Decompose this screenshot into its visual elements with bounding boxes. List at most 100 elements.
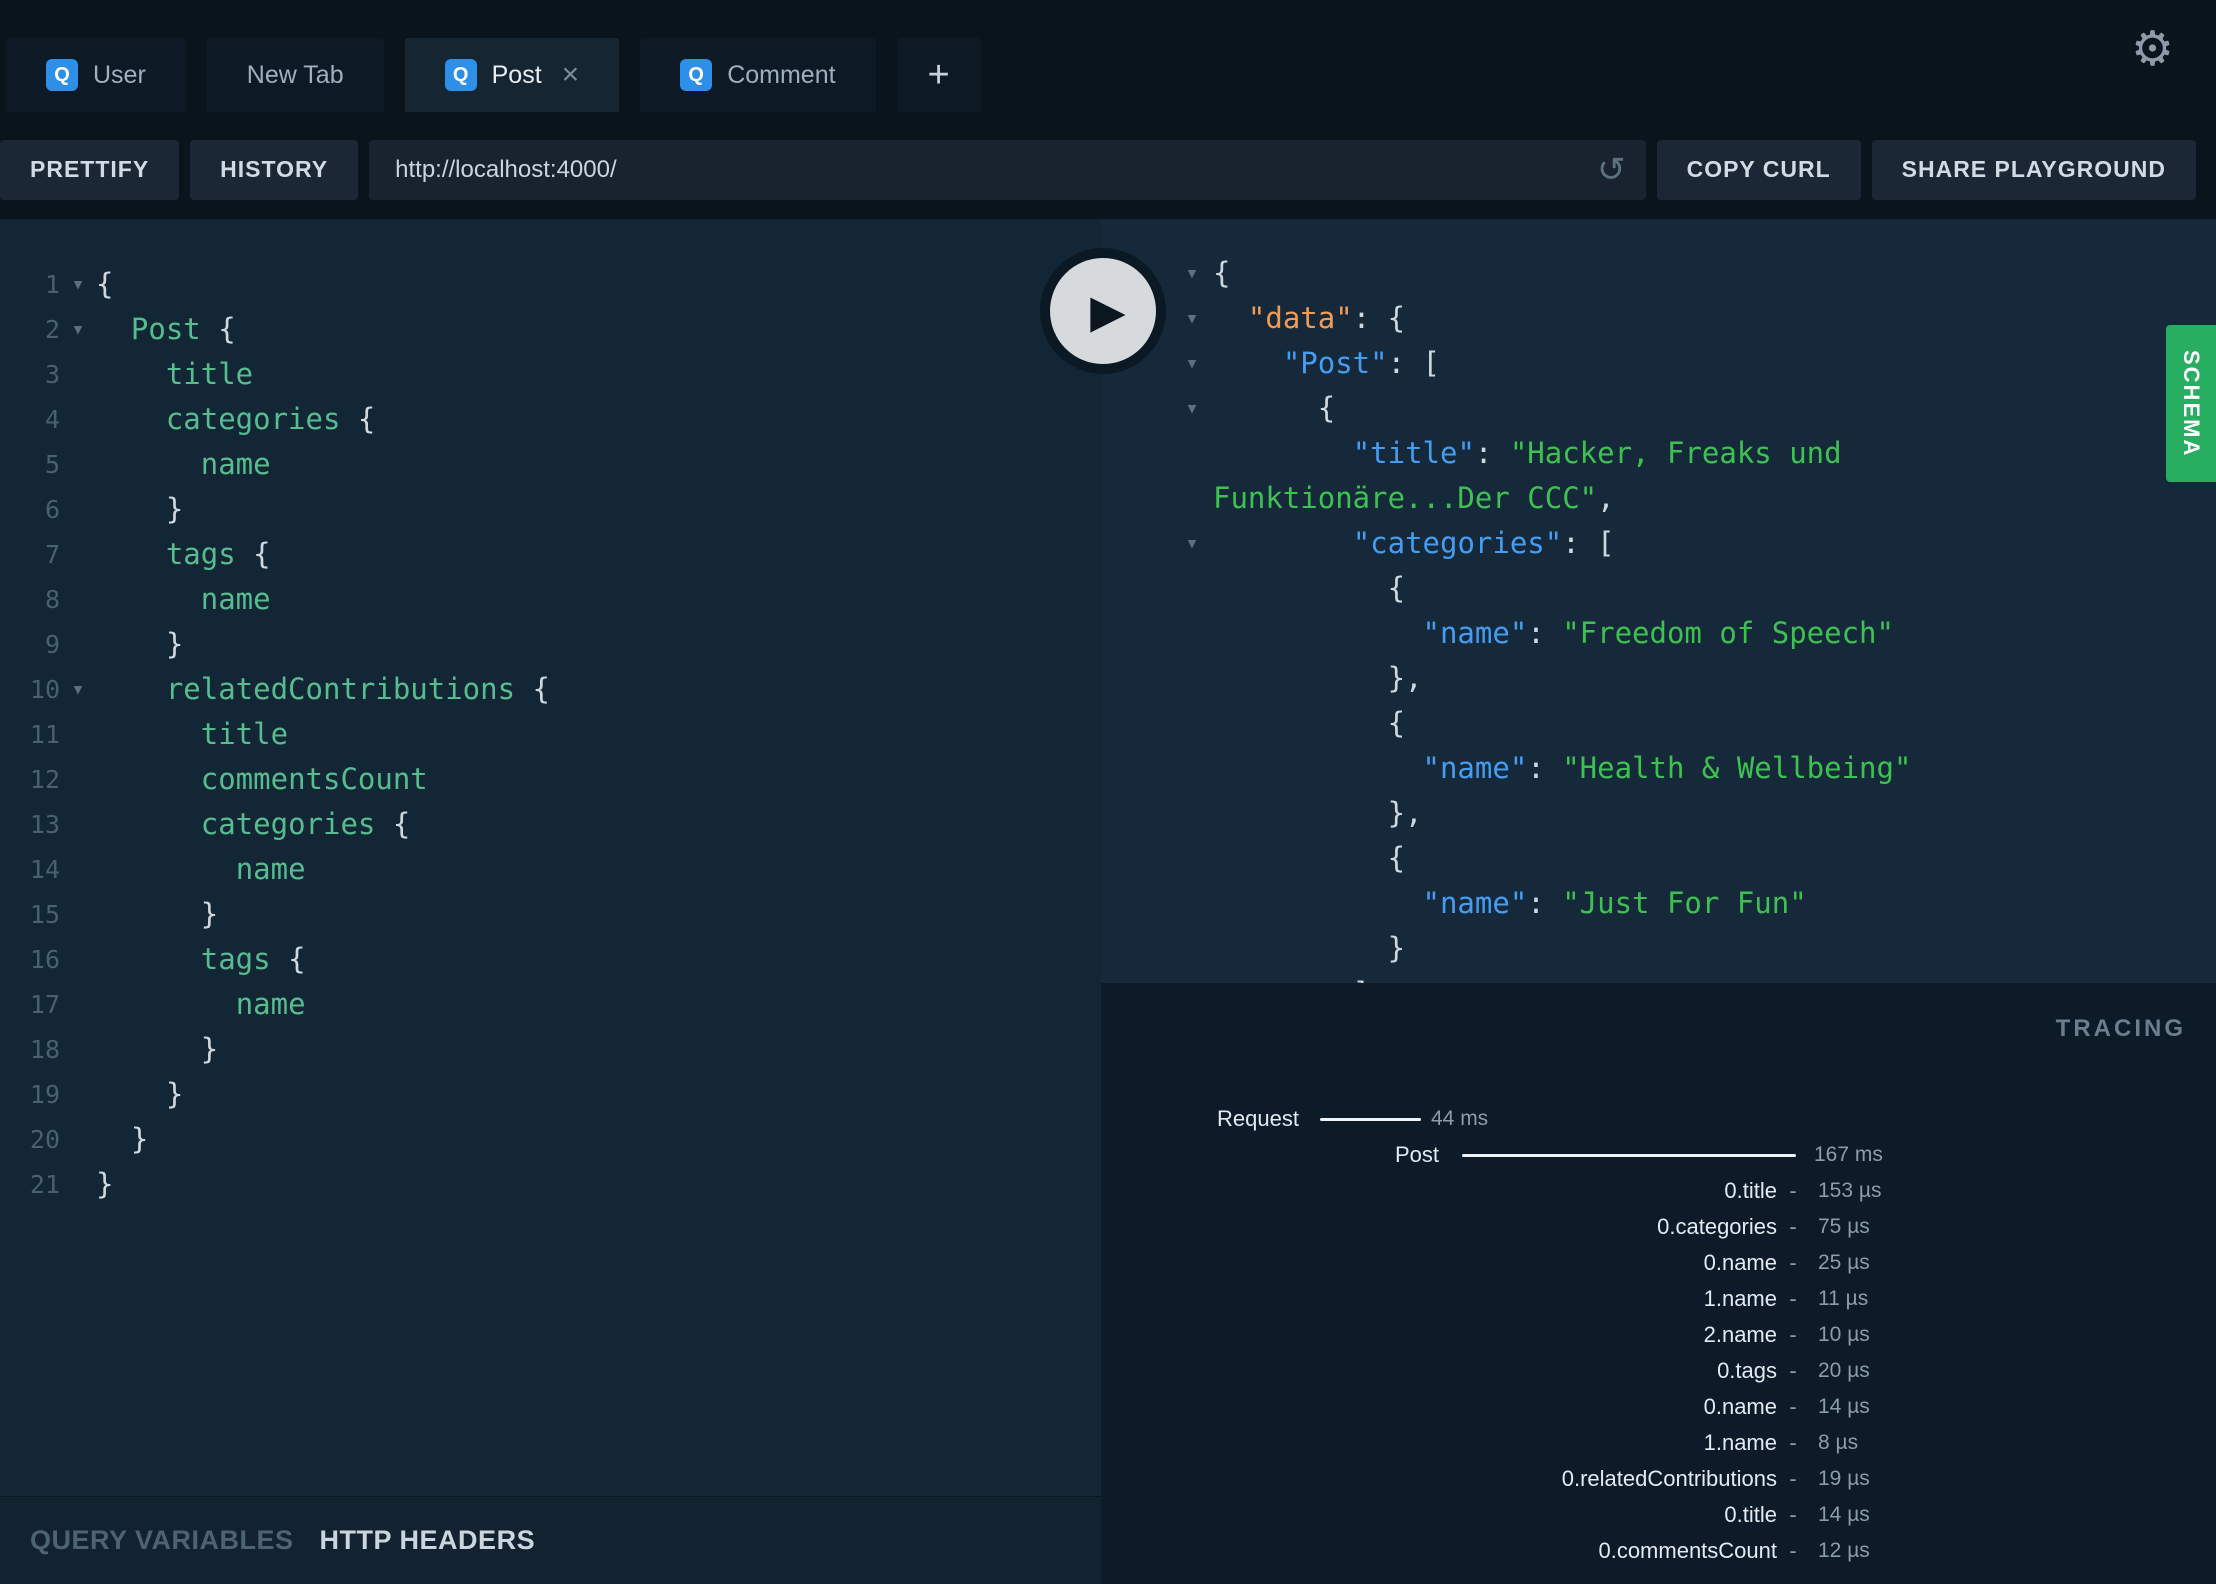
code-text: title	[165, 357, 254, 391]
code-line: 7 tags {	[0, 532, 1101, 577]
fold-gutter	[60, 757, 96, 802]
code-text: }	[96, 897, 219, 931]
code-text: {	[1213, 256, 1231, 290]
code-text: }	[96, 627, 184, 661]
line-number: 9	[44, 630, 60, 659]
code-line: "title": "Hacker, Freaks und	[1101, 431, 2216, 476]
line-number: 21	[29, 1170, 60, 1199]
fold-arrow-icon[interactable]: ▾	[60, 307, 96, 352]
code-text: },	[1213, 661, 1423, 695]
tracing-title: TRACING	[2055, 1015, 2186, 1042]
trace-row: 0.tags -20 µs	[1101, 1353, 2216, 1389]
history-button[interactable]: HISTORY	[190, 139, 359, 200]
line-number: 7	[44, 540, 60, 569]
trace-dash: -	[1789, 1358, 1797, 1383]
code-text: "name": "Just For Fun"	[1422, 886, 1807, 920]
line-number: 14	[29, 855, 60, 884]
tab-new-tab[interactable]: New Tab	[206, 38, 384, 112]
code-text: {	[1213, 841, 1406, 875]
endpoint-url-input[interactable]: http://localhost:4000/ ↺	[369, 139, 1646, 200]
trace-time: 153 µs	[1818, 1179, 1882, 1202]
code-text: Post {	[130, 312, 236, 346]
trace-dash: -	[1789, 1430, 1797, 1455]
fold-gutter	[1171, 926, 1213, 971]
trace-dash: -	[1789, 1214, 1797, 1239]
tab-label: New Tab	[246, 60, 344, 89]
response-viewer[interactable]: ▾{▾ "data": {▾ "Post": [▾ { "title": "Ha…	[1101, 219, 2216, 983]
code-text: name	[200, 582, 271, 616]
reset-endpoint-icon[interactable]: ↺	[1597, 153, 1626, 187]
query-pane: 1 ▾{2 ▾ Post {3 title 4 categories {5 name 6…	[0, 219, 1101, 1584]
fold-arrow-icon[interactable]: ▾	[1171, 341, 1213, 386]
trace-dash: -	[1789, 1538, 1797, 1563]
tab-post[interactable]: Q Post ×	[404, 38, 620, 112]
tab-user[interactable]: Q User	[6, 38, 186, 112]
fold-gutter	[60, 1072, 96, 1117]
tab-comment[interactable]: Q Comment	[640, 38, 876, 112]
share-playground-button[interactable]: SHARE PLAYGROUND	[1871, 139, 2196, 200]
query-variables-toggle[interactable]: QUERY VARIABLES	[30, 1525, 294, 1556]
add-tab-button[interactable]: +	[896, 38, 981, 112]
fold-arrow-icon[interactable]: ▾	[1171, 386, 1213, 431]
results-pane: ▾{▾ "data": {▾ "Post": [▾ { "title": "Ha…	[1101, 219, 2216, 1584]
code-line: }	[1101, 926, 2216, 971]
code-text: "Post": [	[1282, 346, 1441, 380]
code-line: 16 tags {	[0, 937, 1101, 982]
trace-label: 0.title	[1724, 1178, 1777, 1203]
editor-footer: QUERY VARIABLES HTTP HEADERS	[0, 1496, 1101, 1584]
code-text: {	[1213, 571, 1406, 605]
tracing-panel: TRACING Request 44 ms Post 167 ms 0.title -15…	[1101, 983, 2216, 1584]
code-text: title	[200, 717, 289, 751]
code-line: "name": "Health & Wellbeing"	[1101, 746, 2216, 791]
trace-time: 8 µs	[1818, 1431, 1859, 1454]
main-area: 1 ▾{2 ▾ Post {3 title 4 categories {5 name 6…	[0, 219, 2216, 1584]
trace-label: 0.title	[1724, 1502, 1777, 1527]
code-text: name	[235, 852, 306, 886]
code-line: ],	[1101, 971, 2216, 983]
code-line: 8 name	[0, 577, 1101, 622]
trace-dash: -	[1789, 1322, 1797, 1347]
code-line: 9 }	[0, 622, 1101, 667]
query-editor[interactable]: 1 ▾{2 ▾ Post {3 title 4 categories {5 name 6…	[0, 219, 1101, 1496]
fold-gutter	[60, 487, 96, 532]
trace-time: 20 µs	[1818, 1359, 1870, 1382]
code-text: }	[96, 1032, 219, 1066]
fold-arrow-icon[interactable]: ▾	[60, 262, 96, 307]
execute-query-button[interactable]: ▶	[1040, 248, 1166, 374]
fold-arrow-icon[interactable]: ▾	[1171, 296, 1213, 341]
fold-arrow-icon[interactable]: ▾	[1171, 251, 1213, 296]
trace-time: 44 ms	[1431, 1107, 1489, 1130]
code-text: }	[96, 1122, 149, 1156]
code-line: "name": "Just For Fun"	[1101, 881, 2216, 926]
settings-gear-icon[interactable]: ⚙	[2131, 26, 2174, 74]
http-headers-toggle[interactable]: HTTP HEADERS	[320, 1525, 536, 1556]
prettify-button[interactable]: PRETTIFY	[0, 139, 180, 200]
code-line: 4 categories {	[0, 397, 1101, 442]
code-line: 3 title	[0, 352, 1101, 397]
trace-duration-bar	[1320, 1118, 1421, 1121]
code-text: Funktionäre...Der CCC",	[1213, 481, 1615, 515]
code-text: "data": {	[1247, 301, 1406, 335]
code-line: ▾{	[1101, 251, 2216, 296]
trace-label: 0.commentsCount	[1598, 1538, 1777, 1563]
fold-gutter	[60, 622, 96, 667]
copy-curl-button[interactable]: COPY CURL	[1656, 139, 1861, 200]
fold-arrow-icon[interactable]: ▾	[60, 667, 96, 712]
tab-bar: Q User New Tab Q Post × Q Comment + ⚙	[0, 0, 2216, 136]
fold-gutter	[1171, 971, 1213, 983]
code-line: ▾ "categories": [	[1101, 521, 2216, 566]
trace-dash: -	[1789, 1250, 1797, 1275]
code-text: tags {	[200, 942, 306, 976]
trace-row: 0.title -14 µs	[1101, 1497, 2216, 1533]
code-text: tags {	[165, 537, 271, 571]
close-tab-icon[interactable]: ×	[562, 60, 580, 90]
trace-row: 0.name -14 µs	[1101, 1389, 2216, 1425]
endpoint-url-value: http://localhost:4000/	[395, 155, 617, 183]
schema-sidebar-tab[interactable]: SCHEMA	[2166, 325, 2216, 482]
fold-arrow-icon[interactable]: ▾	[1171, 521, 1213, 566]
code-line: ▾ "Post": [	[1101, 341, 2216, 386]
code-line: ▾ "data": {	[1101, 296, 2216, 341]
code-line: 10 ▾ relatedContributions {	[0, 667, 1101, 712]
trace-label: 1.name	[1703, 1430, 1777, 1455]
fold-gutter	[1171, 701, 1213, 746]
